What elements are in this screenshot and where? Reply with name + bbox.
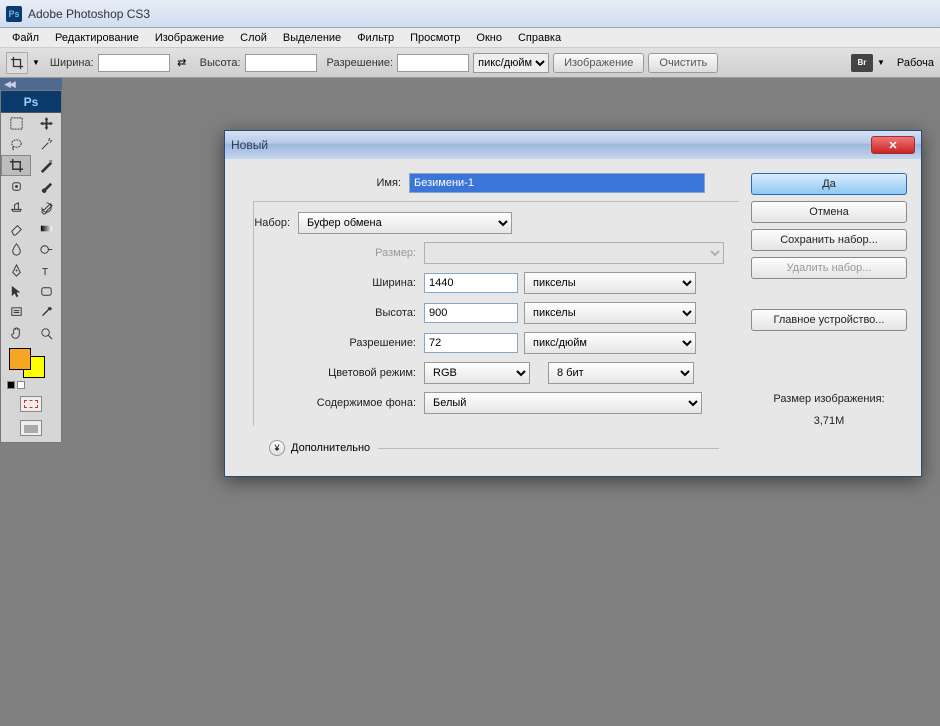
menu-select[interactable]: Выделение [275,30,349,46]
options-resolution-input[interactable] [397,54,469,72]
menu-bar: Файл Редактирование Изображение Слой Выд… [0,28,940,48]
blur-tool-icon[interactable] [1,239,31,260]
pen-tool-icon[interactable] [1,260,31,281]
name-input[interactable] [409,173,705,193]
toolbox-header-icon: Ps [1,91,61,113]
image-size-label: Размер изображения: [751,393,907,405]
menu-view[interactable]: Просмотр [402,30,468,46]
options-resolution-label: Разрешение: [327,57,394,69]
dialog-title: Новый [231,138,268,152]
dodge-tool-icon[interactable] [31,239,61,260]
resolution-unit-select[interactable]: пикс/дюйм [524,332,696,354]
resolution-label: Разрешение: [254,337,424,349]
magic-wand-tool-icon[interactable] [31,134,61,155]
resolution-input[interactable] [424,333,518,353]
workspace-label[interactable]: Рабоча [897,57,934,69]
width-unit-select[interactable]: пикселы [524,272,696,294]
toolbox: Ps T [0,90,62,443]
photoshop-icon: Ps [6,6,22,22]
delete-preset-button: Удалить набор... [751,257,907,279]
notes-tool-icon[interactable] [1,302,31,323]
svg-text:T: T [41,267,48,278]
history-brush-tool-icon[interactable] [31,197,61,218]
bridge-icon[interactable]: Br [851,54,873,72]
new-document-dialog: Новый ✕ Имя: Набор: Буфер обмена Размер:… [224,130,922,477]
clone-stamp-tool-icon[interactable] [1,197,31,218]
background-contents-label: Содержимое фона: [254,397,424,409]
menu-filter[interactable]: Фильтр [349,30,402,46]
menu-help[interactable]: Справка [510,30,569,46]
image-size-value: 3,71M [751,415,907,427]
ok-button[interactable]: Да [751,173,907,195]
gradient-tool-icon[interactable] [31,218,61,239]
options-height-input[interactable] [245,54,317,72]
dialog-titlebar[interactable]: Новый ✕ [225,131,921,159]
quick-mask-icon[interactable] [1,392,61,416]
swap-icon[interactable]: ⇄ [174,56,190,69]
eyedropper-tool-icon[interactable] [31,302,61,323]
color-mode-label: Цветовой режим: [254,367,424,379]
height-input[interactable] [424,303,518,323]
type-tool-icon[interactable]: T [31,260,61,281]
cancel-button[interactable]: Отмена [751,201,907,223]
menu-image[interactable]: Изображение [147,30,232,46]
options-width-input[interactable] [98,54,170,72]
advanced-label: Дополнительно [291,442,370,454]
size-select [424,242,724,264]
preset-select[interactable]: Буфер обмена [298,212,512,234]
dialog-close-button[interactable]: ✕ [871,136,915,154]
toolbox-collapse-bar[interactable]: ◀◀ [0,78,62,90]
crop-tool-icon[interactable] [1,155,31,176]
marquee-tool-icon[interactable] [1,113,31,134]
brush-tool-icon[interactable] [31,176,61,197]
default-colors-icon[interactable] [1,378,61,392]
width-input[interactable] [424,273,518,293]
options-front-image-button[interactable]: Изображение [553,53,644,73]
slice-tool-icon[interactable] [31,155,61,176]
menu-window[interactable]: Окно [468,30,510,46]
healing-brush-tool-icon[interactable] [1,176,31,197]
crop-tool-preset-icon[interactable] [6,52,28,74]
shape-tool-icon[interactable] [31,281,61,302]
chevron-down-icon: ¥ [269,440,285,456]
width-label: Ширина: [254,277,424,289]
app-title: Adobe Photoshop CS3 [28,7,150,21]
options-bar: ▼ Ширина: ⇄ Высота: Разрешение: пикс/дюй… [0,48,940,78]
device-central-button[interactable]: Главное устройство... [751,309,907,331]
height-label: Высота: [254,307,424,319]
height-unit-select[interactable]: пикселы [524,302,696,324]
hand-tool-icon[interactable] [1,323,31,344]
name-label: Имя: [239,177,409,189]
color-swatches[interactable] [1,344,61,378]
move-tool-icon[interactable] [31,113,61,134]
path-selection-tool-icon[interactable] [1,281,31,302]
save-preset-button[interactable]: Сохранить набор... [751,229,907,251]
bit-depth-select[interactable]: 8 бит [548,362,694,384]
lasso-tool-icon[interactable] [1,134,31,155]
menu-layer[interactable]: Слой [232,30,275,46]
eraser-tool-icon[interactable] [1,218,31,239]
color-mode-select[interactable]: RGB [424,362,530,384]
zoom-tool-icon[interactable] [31,323,61,344]
options-clear-button[interactable]: Очистить [648,53,718,73]
options-height-label: Высота: [200,57,241,69]
advanced-toggle[interactable]: ¥ Дополнительно [269,440,739,456]
foreground-color-swatch[interactable] [9,348,31,370]
app-titlebar: Ps Adobe Photoshop CS3 [0,0,940,28]
options-resolution-unit[interactable]: пикс/дюйм [473,53,549,73]
options-width-label: Ширина: [50,57,94,69]
background-contents-select[interactable]: Белый [424,392,702,414]
menu-file[interactable]: Файл [4,30,47,46]
preset-label: Набор: [242,217,298,229]
menu-edit[interactable]: Редактирование [47,30,147,46]
screen-mode-icon[interactable] [1,416,61,442]
size-label: Размер: [254,247,424,259]
